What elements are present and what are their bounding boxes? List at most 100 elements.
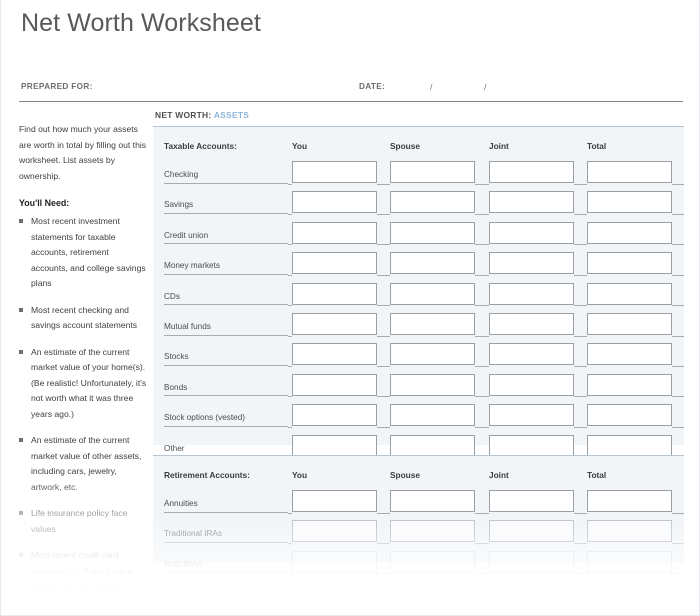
amount-input-you[interactable]: [292, 191, 377, 214]
amount-input-total[interactable]: [587, 550, 672, 573]
amount-input-spouse[interactable]: [390, 313, 475, 335]
row-rule: [574, 305, 587, 307]
table-row: Savings: [153, 189, 684, 219]
sidebar-intro-text: Find out how much your assets are worth …: [19, 124, 147, 181]
taxable-accounts-heading: Taxable Accounts:: [164, 141, 237, 151]
row-rule: [672, 542, 684, 544]
amount-input-spouse[interactable]: [390, 520, 475, 543]
list-item: An estimate of the current market value …: [19, 345, 147, 423]
amount-input-spouse[interactable]: [390, 434, 475, 457]
amount-input-joint[interactable]: [489, 520, 574, 543]
amount-input-spouse[interactable]: [390, 373, 475, 396]
amount-input-joint[interactable]: [489, 282, 574, 305]
row-rule: [377, 305, 390, 307]
date-slash-2: /: [484, 82, 487, 92]
amount-input-spouse[interactable]: [390, 404, 475, 427]
row-rule: [672, 183, 684, 185]
amount-input-spouse[interactable]: [390, 221, 475, 244]
row-rule: [377, 542, 390, 544]
row-rule: [377, 426, 390, 428]
amount-input-joint[interactable]: [489, 404, 574, 427]
amount-input-joint[interactable]: [489, 550, 574, 573]
list-item: Most recent credit card statement(s), if…: [19, 548, 147, 592]
amount-input-spouse[interactable]: [390, 191, 475, 214]
row-rule: [672, 573, 684, 575]
instructions-sidebar: Find out how much your assets are worth …: [19, 122, 147, 592]
amount-input-joint[interactable]: [489, 221, 574, 244]
amount-input-total[interactable]: [587, 343, 672, 366]
amount-input-spouse[interactable]: [390, 490, 475, 512]
amount-input-you[interactable]: [292, 520, 377, 543]
row-rule: [475, 274, 489, 276]
amount-input-you[interactable]: [292, 434, 377, 457]
list-item: Most recent investment statements for ta…: [19, 214, 147, 292]
amount-input-total[interactable]: [587, 161, 672, 183]
net-worth-label: NET WORTH:: [155, 110, 212, 120]
table-row: Traditional IRAs: [153, 518, 684, 548]
amount-input-you[interactable]: [292, 404, 377, 427]
amount-input-you[interactable]: [292, 373, 377, 396]
amount-input-you[interactable]: [292, 490, 377, 512]
amount-input-total[interactable]: [587, 520, 672, 543]
row-label: Annuities: [164, 499, 288, 513]
worksheet-tables: NET WORTH: ASSETS Taxable Accounts: You …: [153, 110, 684, 602]
row-rule: [288, 305, 292, 307]
amount-input-joint[interactable]: [489, 434, 574, 457]
amount-input-you[interactable]: [292, 161, 377, 183]
row-label: Stock options (vested): [164, 413, 288, 427]
row-rule: [574, 335, 587, 337]
amount-input-total[interactable]: [587, 490, 672, 512]
amount-input-total[interactable]: [587, 373, 672, 396]
amount-input-total[interactable]: [587, 221, 672, 244]
row-rule: [475, 426, 489, 428]
amount-input-you[interactable]: [292, 313, 377, 335]
amount-input-total[interactable]: [587, 252, 672, 275]
table-row: Money markets: [153, 250, 684, 280]
row-rule: [377, 573, 390, 575]
amount-input-spouse[interactable]: [390, 343, 475, 366]
column-header-spouse: Spouse: [390, 141, 420, 151]
retirement-accounts-table: Retirement Accounts: You Spouse Joint To…: [153, 455, 684, 575]
table-row: Stock options (vested): [153, 402, 684, 432]
amount-input-total[interactable]: [587, 191, 672, 214]
amount-input-joint[interactable]: [489, 313, 574, 335]
amount-input-joint[interactable]: [489, 161, 574, 183]
amount-input-joint[interactable]: [489, 373, 574, 396]
square-bullet-icon: [19, 438, 23, 442]
amount-input-you[interactable]: [292, 252, 377, 275]
amount-input-total[interactable]: [587, 313, 672, 335]
row-label: Savings: [164, 200, 288, 214]
amount-input-total[interactable]: [587, 434, 672, 457]
table-row: CDs: [153, 281, 684, 311]
amount-input-joint[interactable]: [489, 252, 574, 275]
amount-input-total[interactable]: [587, 282, 672, 305]
list-item-text: Most recent checking and savings account…: [31, 304, 138, 331]
list-item: Life insurance policy face values: [19, 506, 147, 537]
table-row: Credit union: [153, 220, 684, 250]
amount-input-total[interactable]: [587, 404, 672, 427]
amount-input-joint[interactable]: [489, 191, 574, 214]
row-rule: [672, 396, 684, 398]
column-header-total: Total: [587, 470, 607, 480]
row-rule: [377, 512, 390, 514]
amount-input-spouse[interactable]: [390, 252, 475, 275]
row-rule: [288, 426, 292, 428]
column-header-joint: Joint: [489, 141, 509, 151]
amount-input-joint[interactable]: [489, 343, 574, 366]
row-rule: [475, 542, 489, 544]
amount-input-you[interactable]: [292, 221, 377, 244]
row-rule: [288, 573, 292, 575]
row-rule: [377, 335, 390, 337]
amount-input-joint[interactable]: [489, 490, 574, 512]
amount-input-spouse[interactable]: [390, 282, 475, 305]
row-rule: [475, 244, 489, 246]
row-rule: [377, 274, 390, 276]
row-rule: [672, 512, 684, 514]
row-rule: [377, 244, 390, 246]
amount-input-spouse[interactable]: [390, 550, 475, 573]
amount-input-you[interactable]: [292, 550, 377, 573]
assets-label: ASSETS: [213, 110, 250, 120]
amount-input-spouse[interactable]: [390, 161, 475, 183]
amount-input-you[interactable]: [292, 343, 377, 366]
amount-input-you[interactable]: [292, 282, 377, 305]
